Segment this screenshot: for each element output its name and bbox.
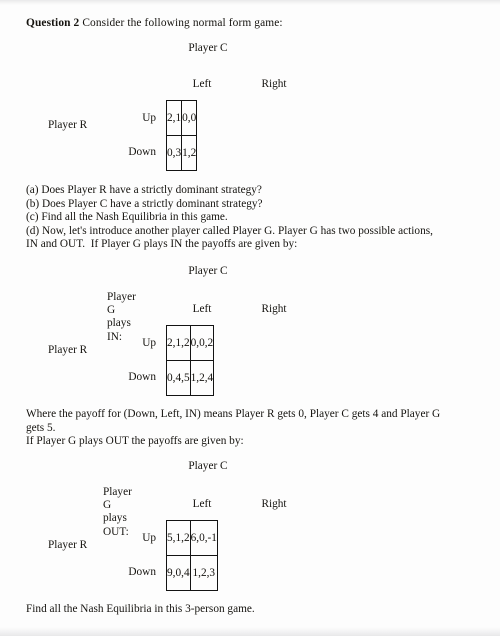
explanation-line-2: gets 5. [26, 421, 56, 434]
matrix3-condition-label: Player G plays OUT: [103, 486, 132, 538]
table-row: 0,4,5 1,2,4 [166, 360, 215, 396]
explanation-line-3: If Player G plays OUT the payoffs are gi… [26, 435, 244, 448]
question-number: Question 2 [26, 17, 80, 29]
matrix2-row-header-down: Down [128, 371, 156, 383]
matrix1-payoff-table: 2,1 0,0 0,3 1,2 [165, 100, 198, 171]
question-item-d: (d) Now, let's introduce another player … [26, 224, 433, 237]
matrix3-cell-up-right: 6,0,-1 [189, 520, 218, 556]
matrix1-column-player-label: Player C [188, 42, 228, 54]
matrix1-row-header-down: Down [128, 146, 156, 158]
table-row: 9,0,4 1,2,3 [166, 555, 218, 591]
matrix1-cell-down-right: 1,2 [181, 135, 198, 171]
matrix1-cell-up-right: 0,0 [181, 100, 198, 136]
table-row: 0,3 1,2 [165, 135, 198, 171]
matrix2-row-header-up: Up [142, 337, 156, 349]
matrix3-cell-down-left: 9,0,4 [166, 555, 191, 591]
table-row: 5,1,2 6,0,-1 [166, 520, 218, 556]
matrix2-cell-up-right: 0,0,2 [189, 325, 215, 361]
matrix3-cell-down-right: 1,2,3 [189, 555, 218, 591]
explanation-text: Where the payoff for (Down, Left, IN) me… [26, 408, 486, 449]
matrix2-cell-down-right: 1,2,4 [189, 360, 215, 396]
explanation-line-1: Where the payoff for (Down, Left, IN) me… [26, 408, 441, 420]
matrix2-cell-down-left: 0,4,5 [166, 360, 191, 396]
matrix2-cell-up-left: 2,1,2 [166, 325, 191, 361]
matrix3-payoff-table: 5,1,2 6,0,-1 9,0,4 1,2,3 [166, 520, 218, 591]
page-title: Question 2 Consider the following normal… [26, 16, 283, 30]
table-row: 2,1 0,0 [165, 100, 198, 136]
closing-instruction: Find all the Nash Equilibria in this 3-p… [26, 603, 255, 615]
matrix2-col-header-left: Left [192, 303, 212, 315]
matrix3-col-header-left: Left [192, 498, 212, 510]
question-item-c: (c) Find all the Nash Equilibria in this… [26, 211, 228, 224]
page-bottom-edge [0, 627, 500, 636]
matrix2-payoff-table: 2,1,2 0,0,2 0,4,5 1,2,4 [166, 325, 215, 396]
matrix1-col-header-right: Right [261, 78, 287, 90]
question-item-d-cont: IN and OUT. If Player G plays IN the pay… [26, 238, 298, 251]
question-item-a: (a) Does Player R have a strictly domina… [26, 184, 262, 196]
matrix3-col-header-right: Right [261, 498, 287, 510]
matrix1-col-header-left: Left [192, 78, 212, 90]
matrix3-cell-up-left: 5,1,2 [166, 520, 191, 556]
matrix2-condition-label: Player G plays IN: [107, 291, 136, 343]
question-title-text: Consider the following normal form game: [79, 17, 283, 29]
matrix1-cell-down-left: 0,3 [165, 135, 183, 171]
matrix3-row-header-down: Down [128, 566, 156, 578]
matrix3-row-header-up: Up [142, 532, 156, 544]
matrix1-row-header-up: Up [142, 112, 156, 124]
table-row: 2,1,2 0,0,2 [166, 325, 215, 361]
matrix2-column-player-label: Player C [188, 265, 228, 277]
page-top-edge [0, 0, 500, 5]
question-item-b: (b) Does Player C have a strictly domina… [26, 197, 263, 210]
question-list: (a) Does Player R have a strictly domina… [26, 184, 486, 252]
document-page: Question 2 Consider the following normal… [0, 0, 500, 636]
matrix1-cell-up-left: 2,1 [165, 100, 183, 136]
matrix2-col-header-right: Right [261, 303, 287, 315]
matrix3-column-player-label: Player C [188, 460, 228, 472]
